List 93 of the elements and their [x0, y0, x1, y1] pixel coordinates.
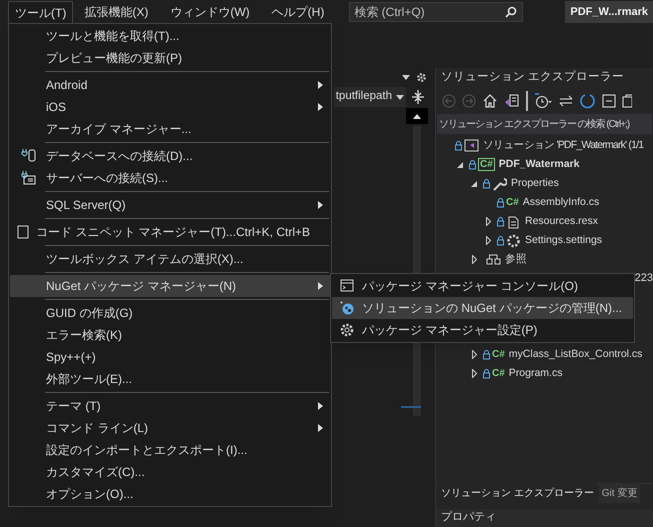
menu-item[interactable]: ツール(T): [8, 1, 74, 23]
panel-title: プロパティ: [436, 509, 653, 527]
panel-title: ソリューション エクスプローラー: [440, 69, 626, 86]
expanded-arrow-icon[interactable]: [457, 162, 463, 168]
menu-item[interactable]: ウィンドウ(W): [159, 1, 261, 23]
search-field[interactable]: ソリューション エクスプローラー の検索 (Ctrl+;): [437, 114, 652, 134]
package-icon: [339, 300, 355, 316]
submenu-arrow-icon: [318, 81, 322, 89]
collapsed-arrow-icon[interactable]: [472, 369, 476, 378]
server-icon: [20, 170, 36, 186]
menu-item[interactable]: テーマ (T): [10, 395, 330, 417]
menu-item[interactable]: コマンド ライン(L): [10, 417, 330, 439]
menu-item[interactable]: 拡張機能(X): [73, 1, 160, 23]
submenu-arrow-icon: [318, 103, 322, 111]
up-arrow-icon: [413, 114, 421, 118]
menu-item[interactable]: Android: [10, 74, 330, 96]
menu-item[interactable]: データベースへの接続(D)...: [10, 145, 330, 167]
sync-icon[interactable]: [558, 95, 574, 107]
tree-item[interactable]: AssemblyInfo.cs: [522, 194, 600, 210]
document-icon[interactable]: [504, 93, 520, 109]
menu-item[interactable]: ツールボックス アイテムの選択(X)...: [10, 248, 330, 270]
lock-icon: [482, 368, 490, 379]
menu-item[interactable]: パッケージ マネージャー コンソール(O): [332, 275, 633, 297]
lock-icon: [496, 235, 504, 246]
scroll-marker: [401, 406, 421, 408]
refresh-icon[interactable]: [580, 93, 596, 109]
menu-item[interactable]: カスタマイズ(C)...: [10, 461, 330, 483]
home-icon[interactable]: [482, 94, 498, 108]
dropdown[interactable]: tputfilepath: [334, 87, 406, 107]
settings-icon[interactable]: [416, 72, 427, 82]
file-type-label: C#: [492, 367, 505, 381]
lock-icon: [454, 140, 462, 151]
submenu-arrow-icon: [318, 201, 322, 209]
solution-name-button[interactable]: PDF_W...rmark: [565, 1, 653, 23]
lock-icon: [482, 178, 490, 189]
expanded-arrow-icon[interactable]: [471, 180, 477, 186]
wrench-icon: [492, 176, 507, 191]
menu-item[interactable]: コード スニペット マネージャー(T)...Ctrl+K, Ctrl+B: [10, 221, 330, 243]
lock-icon: [496, 197, 504, 208]
menu-item[interactable]: ソリューションの NuGet パッケージの管理(N)...: [332, 297, 633, 319]
collapse-icon[interactable]: [602, 94, 616, 108]
collapsed-arrow-icon[interactable]: [486, 236, 490, 245]
tree-item[interactable]: 参照: [505, 252, 527, 268]
gear-icon: [339, 322, 355, 338]
submenu-arrow-icon: [318, 424, 322, 432]
lock-icon: [468, 159, 476, 170]
collapsed-arrow-icon[interactable]: [472, 255, 476, 264]
menu-item[interactable]: 外部ツール(E)...: [10, 368, 330, 390]
tree-item[interactable]: Resources.resx: [525, 214, 598, 230]
file-type-label: C#: [506, 196, 519, 210]
menu-item[interactable]: ツールと機能を取得(T)...: [10, 25, 330, 47]
menu-item[interactable]: ヘルプ(H): [260, 1, 336, 23]
menu-item[interactable]: Spy++(+): [10, 346, 330, 368]
tree-item[interactable]: myClass_ListBox_Control.cs: [508, 346, 642, 362]
collapsed-arrow-icon[interactable]: [486, 217, 490, 226]
menu-item[interactable]: GUID の作成(G): [10, 302, 330, 324]
tree-item[interactable]: 223: [634, 270, 653, 287]
file-type-label: C#: [492, 348, 505, 362]
search-icon: [505, 6, 518, 18]
tree-item[interactable]: Properties: [511, 176, 559, 192]
database-icon: [20, 148, 36, 164]
menu-item[interactable]: オプション(O)...: [10, 483, 330, 505]
caret-icon: [396, 94, 404, 100]
menu-item[interactable]: パッケージ マネージャー設定(P): [332, 319, 633, 341]
menu-item[interactable]: iOS: [10, 96, 330, 118]
menu-item[interactable]: サーバーへの接続(S)...: [10, 167, 330, 189]
gear-icon: [506, 233, 521, 248]
dropdown-arrow-icon[interactable]: [402, 74, 410, 80]
menu-item[interactable]: NuGet パッケージ マネージャー(N): [10, 275, 330, 297]
file-type-label: C#: [478, 158, 495, 171]
menu-item[interactable]: SQL Server(Q): [10, 194, 330, 216]
tree-item[interactable]: Settings.settings: [525, 232, 602, 248]
tree-item[interactable]: ソリューション 'PDF_Watermark' (1/1: [483, 138, 644, 154]
tree-item[interactable]: PDF_Watermark: [498, 156, 580, 172]
tree-item[interactable]: Program.cs: [508, 366, 562, 382]
submenu-arrow-icon: [318, 402, 322, 410]
menu-item[interactable]: プレビュー機能の更新(P): [10, 47, 330, 69]
search-field[interactable]: 検索 (Ctrl+Q): [349, 2, 524, 22]
scroll-up-button[interactable]: [406, 108, 428, 124]
tab[interactable]: Git 変更: [598, 483, 640, 503]
solution-icon: [464, 138, 479, 153]
submenu-arrow-icon: [318, 282, 322, 290]
menu-item[interactable]: 設定のインポートとエクスポート(I)...: [10, 439, 330, 461]
menu-item[interactable]: エラー検索(K): [10, 324, 330, 346]
collapsed-arrow-icon[interactable]: [472, 350, 476, 359]
references-icon: [486, 252, 501, 267]
clock-icon[interactable]: [534, 93, 552, 109]
copy-icon[interactable]: [622, 94, 632, 108]
lock-icon: [496, 216, 504, 227]
menu-item[interactable]: アーカイブ マネージャー...: [10, 118, 330, 140]
resource-file-icon: [506, 214, 521, 229]
console-icon: [339, 278, 355, 294]
lock-icon: [482, 349, 490, 360]
